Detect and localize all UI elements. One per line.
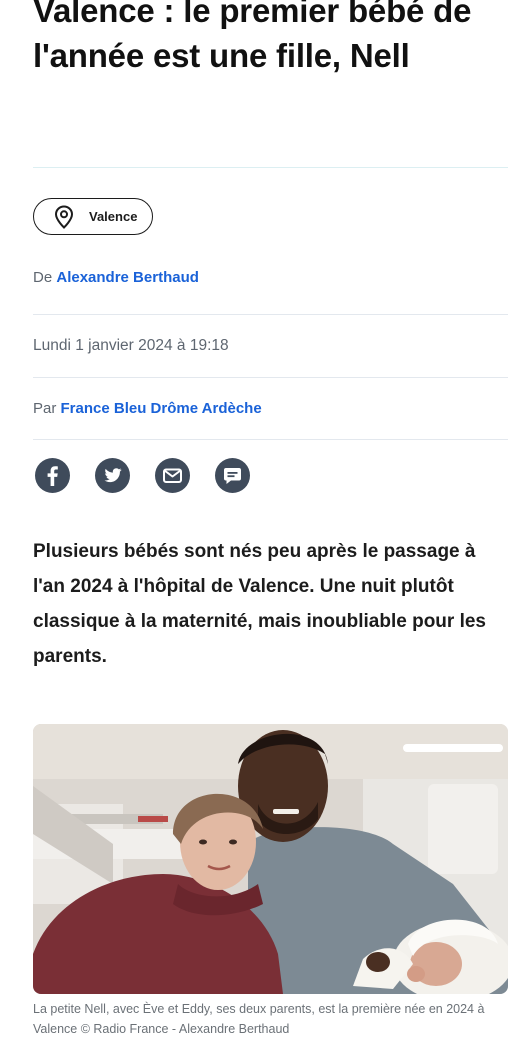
source-prefix: Par: [33, 400, 57, 417]
twitter-icon: [104, 468, 122, 483]
share-bar: [35, 458, 275, 494]
divider: [33, 314, 508, 315]
article-photo[interactable]: [33, 724, 508, 994]
facebook-icon: [47, 466, 58, 486]
article-lede: Plusieurs bébés sont nés peu après le pa…: [33, 541, 486, 667]
author-link[interactable]: Alexandre Berthaud: [56, 269, 199, 286]
location-tag-label: Valence: [89, 209, 138, 224]
source-line: Par France Bleu Drôme Ardèche: [33, 400, 262, 417]
share-email-button[interactable]: [155, 458, 190, 493]
share-twitter-button[interactable]: [95, 458, 130, 493]
divider: [33, 167, 508, 168]
publish-date: Lundi 1 janvier 2024 à 19:18: [33, 337, 229, 354]
share-comment-button[interactable]: [215, 458, 250, 493]
author-line: De Alexandre Berthaud: [33, 269, 199, 286]
photo-caption: La petite Nell, avec Ève et Eddy, ses de…: [33, 1002, 485, 1036]
comment-icon: [224, 468, 241, 484]
source-link[interactable]: France Bleu Drôme Ardèche: [61, 400, 262, 417]
location-tag-button[interactable]: Valence: [33, 198, 153, 235]
divider: [33, 439, 508, 440]
divider: [33, 377, 508, 378]
author-prefix: De: [33, 269, 53, 286]
article-headline: Valence : le premier bébé de l'année est…: [33, 0, 472, 74]
email-icon: [163, 468, 182, 483]
location-pin-icon: [54, 205, 74, 229]
share-facebook-button[interactable]: [35, 458, 70, 493]
family-photo-illustration: [33, 724, 508, 994]
